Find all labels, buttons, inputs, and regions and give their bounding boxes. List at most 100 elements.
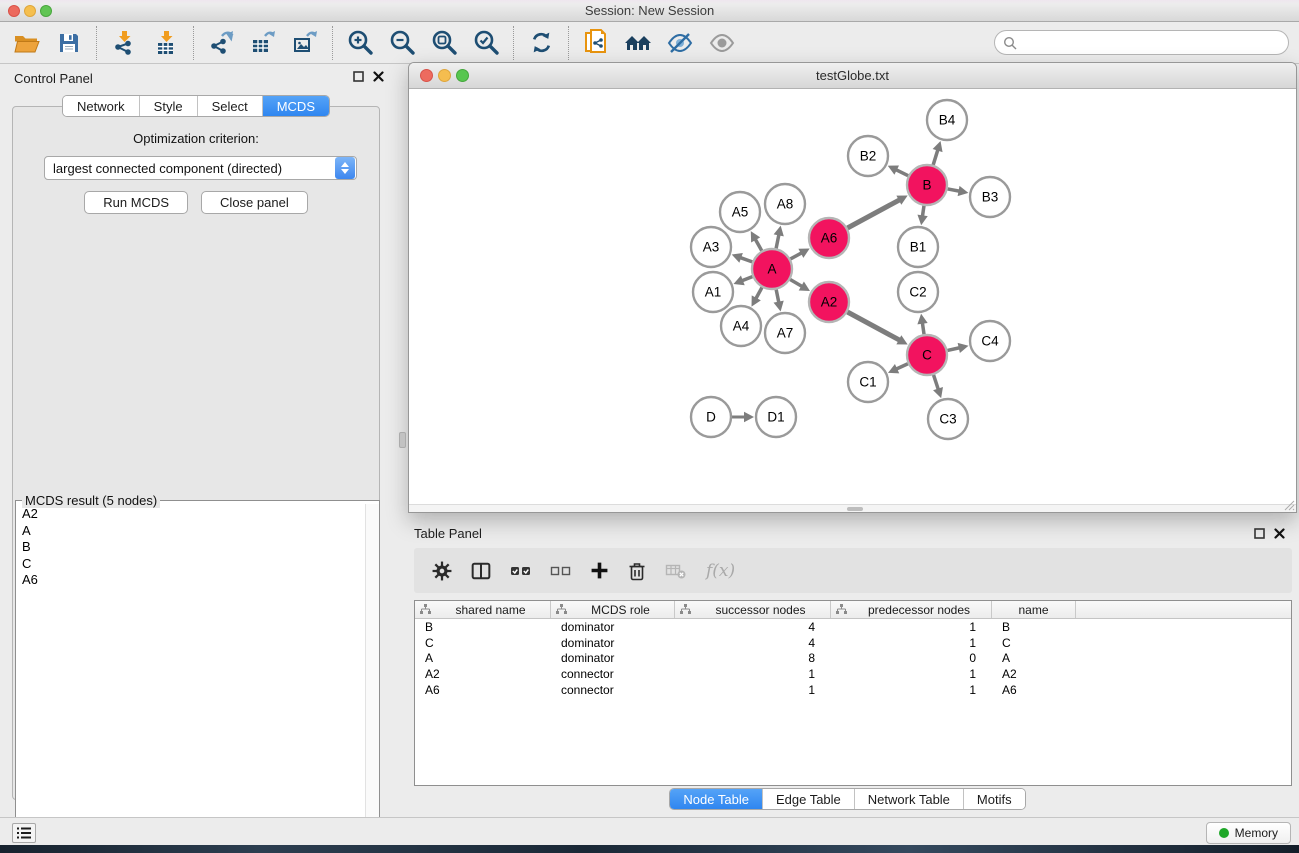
mcds-result-item[interactable]: A <box>16 523 365 540</box>
hide-selected-icon[interactable] <box>665 28 695 58</box>
refresh-layout-icon[interactable] <box>526 28 556 58</box>
function-builder-icon[interactable]: f(x) <box>706 561 735 581</box>
graph-edge-C-C4[interactable] <box>947 348 960 351</box>
graph-node-label: B4 <box>939 113 956 128</box>
column-header-label: name <box>992 603 1075 617</box>
column-header-predecessor-nodes[interactable]: predecessor nodes <box>831 601 992 618</box>
graph-edge-A-A8[interactable] <box>776 233 779 248</box>
table-tab-node-table[interactable]: Node Table <box>670 789 763 809</box>
zoom-selected-icon[interactable] <box>471 28 501 58</box>
mac-titlebar: Session: New Session <box>0 0 1299 22</box>
graph-edge-B-B2[interactable] <box>895 169 908 176</box>
mcds-result-list[interactable]: A2ABCA6 <box>16 506 365 839</box>
duplicate-network-icon[interactable] <box>581 28 611 58</box>
close-panel-icon[interactable] <box>373 71 384 82</box>
column-header-label: predecessor nodes <box>847 603 991 617</box>
table-settings-icon[interactable] <box>432 561 452 581</box>
splitter-thumb[interactable] <box>399 432 406 448</box>
table-cell: connector <box>551 682 675 698</box>
network-hscroll-thumb[interactable] <box>847 507 863 511</box>
memory-button[interactable]: Memory <box>1206 822 1291 844</box>
desktop-wallpaper-strip <box>0 845 1299 853</box>
show-column-icon[interactable] <box>471 562 491 580</box>
graph-edge-B-B4[interactable] <box>933 149 938 165</box>
export-table-icon[interactable] <box>248 28 278 58</box>
mcds-result-box: MCDS result (5 nodes) A2ABCA6 <box>15 500 380 841</box>
mcds-result-item[interactable]: A2 <box>16 506 365 523</box>
delete-table-icon[interactable] <box>665 562 687 580</box>
table-row[interactable]: Cdominator41C <box>415 635 1291 651</box>
save-session-icon[interactable] <box>54 28 84 58</box>
export-network-icon[interactable] <box>206 28 236 58</box>
table-tab-edge-table[interactable]: Edge Table <box>763 789 855 809</box>
network-canvas[interactable]: B4B2BB3B1A5A8A6A3AA1A2A4A7C2C4CC1C3DD1 <box>409 89 1296 512</box>
resize-grip-icon[interactable] <box>1283 499 1295 511</box>
graph-edge-C-C1[interactable] <box>895 364 908 370</box>
table-row[interactable]: Adominator80A <box>415 650 1291 666</box>
home-view-icon[interactable] <box>623 28 653 58</box>
graph-edge-A-A6[interactable] <box>790 252 802 259</box>
graph-edge-A-A5[interactable] <box>755 238 762 251</box>
table-row[interactable]: Bdominator41B <box>415 619 1291 635</box>
zoom-fit-icon[interactable] <box>429 28 459 58</box>
tab-style[interactable]: Style <box>140 96 198 116</box>
tab-mcds[interactable]: MCDS <box>263 96 329 116</box>
delete-column-icon[interactable] <box>628 561 646 581</box>
zoom-in-icon[interactable] <box>345 28 375 58</box>
tab-network[interactable]: Network <box>63 96 140 116</box>
table-cell: 1 <box>831 635 992 651</box>
table-cell: A <box>415 650 551 666</box>
select-all-checks-icon[interactable] <box>510 564 531 578</box>
mcds-result-item[interactable]: B <box>16 539 365 556</box>
tab-select[interactable]: Select <box>198 96 263 116</box>
graph-edge-A-A2[interactable] <box>790 280 803 287</box>
import-network-icon[interactable] <box>109 28 139 58</box>
graph-node-label: A1 <box>705 285 722 300</box>
network-window-titlebar[interactable]: testGlobe.txt <box>409 63 1296 89</box>
open-session-icon[interactable] <box>12 28 42 58</box>
task-history-button[interactable] <box>12 823 36 843</box>
graph-edge-A2-C[interactable] <box>847 312 900 341</box>
float-table-panel-icon[interactable] <box>1254 528 1265 539</box>
table-cell: C <box>415 635 551 651</box>
run-mcds-button[interactable]: Run MCDS <box>84 191 188 214</box>
table-tab-network-table[interactable]: Network Table <box>855 789 964 809</box>
zoom-out-icon[interactable] <box>387 28 417 58</box>
table-cell: dominator <box>551 635 675 651</box>
table-cell: dominator <box>551 650 675 666</box>
column-header-successor-nodes[interactable]: successor nodes <box>675 601 831 618</box>
graph-node-label: C2 <box>909 285 926 300</box>
close-panel-button[interactable]: Close panel <box>201 191 308 214</box>
column-header-MCDS-role[interactable]: MCDS role <box>551 601 675 618</box>
export-image-icon[interactable] <box>290 28 320 58</box>
graph-edge-A-A3[interactable] <box>739 257 752 262</box>
import-table-icon[interactable] <box>151 28 181 58</box>
search-input[interactable] <box>1017 35 1288 50</box>
graph-edge-A-A7[interactable] <box>776 290 779 304</box>
graph-edge-C-C3[interactable] <box>934 375 939 391</box>
network-hscrollbar[interactable] <box>409 504 1296 512</box>
graph-node-label: A7 <box>777 326 794 341</box>
column-header-name[interactable]: name <box>992 601 1076 618</box>
add-column-icon[interactable] <box>590 561 609 580</box>
float-panel-icon[interactable] <box>353 71 364 82</box>
graph-node-label: C1 <box>859 375 876 390</box>
criterion-dropdown[interactable]: largest connected component (directed) <box>44 156 357 180</box>
result-scrollbar[interactable] <box>365 504 379 840</box>
network-graph[interactable]: B4B2BB3B1A5A8A6A3AA1A2A4A7C2C4CC1C3DD1 <box>409 89 1296 506</box>
graph-edge-A-A4[interactable] <box>755 287 762 299</box>
close-table-panel-icon[interactable] <box>1274 528 1285 539</box>
table-row[interactable]: A6connector11A6 <box>415 682 1291 698</box>
column-header-shared-name[interactable]: shared name <box>415 601 551 618</box>
table-tab-motifs[interactable]: Motifs <box>964 789 1025 809</box>
show-all-icon[interactable] <box>707 28 737 58</box>
mcds-result-item[interactable]: C <box>16 556 365 573</box>
optimization-criterion-label: Optimization criterion: <box>13 131 379 146</box>
clear-all-checks-icon[interactable] <box>550 564 571 578</box>
toolbar-search[interactable] <box>994 30 1289 55</box>
table-row[interactable]: A2connector11A2 <box>415 666 1291 682</box>
mcds-result-item[interactable]: A6 <box>16 572 365 589</box>
node-table-header: shared nameMCDS rolesuccessor nodes prede… <box>415 601 1291 619</box>
graph-edge-arrowhead <box>744 412 754 422</box>
graph-edge-A6-B[interactable] <box>847 199 900 228</box>
